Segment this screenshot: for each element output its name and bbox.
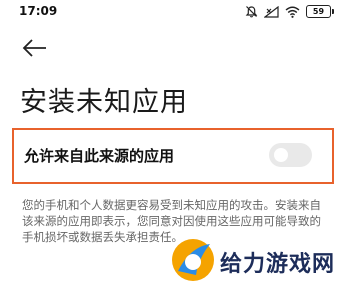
setting-label: 允许来自此来源的应用	[24, 147, 175, 165]
status-bar: 17:09 59	[0, 0, 347, 26]
allow-unknown-apps-setting[interactable]: 允许来自此来源的应用	[12, 128, 334, 184]
signal-icon	[264, 5, 279, 18]
battery-level: 59	[312, 7, 325, 16]
battery-icon: 59	[306, 5, 334, 18]
toggle-knob	[274, 148, 288, 162]
watermark: 给力游戏网	[168, 235, 343, 287]
watermark-logo-icon	[172, 239, 214, 281]
watermark-text: 给力游戏网	[220, 252, 336, 277]
status-icons: 59	[245, 5, 334, 18]
page-title: 安装未知应用	[20, 87, 188, 118]
allow-toggle-switch[interactable]	[269, 143, 312, 167]
wifi-icon	[285, 6, 300, 18]
back-arrow-icon[interactable]	[22, 38, 48, 58]
status-time: 17:09	[19, 4, 58, 18]
alarm-off-icon	[245, 6, 258, 18]
